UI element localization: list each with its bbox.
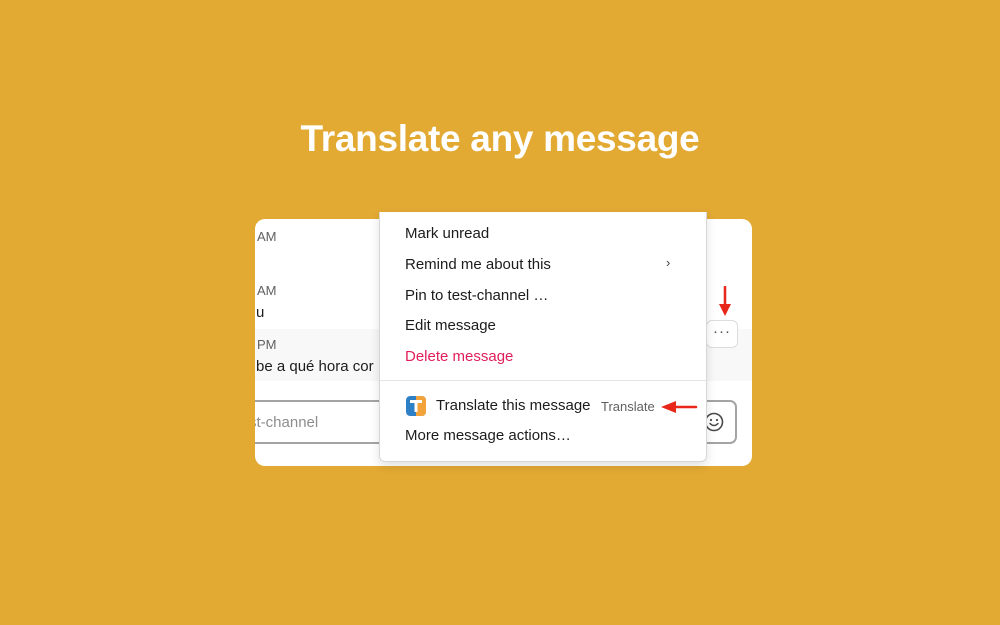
menu-item-mark-unread[interactable]: Mark unread <box>405 225 489 242</box>
menu-divider <box>380 380 706 381</box>
message-text: u <box>256 304 265 321</box>
menu-item-more-actions[interactable]: More message actions… <box>405 427 571 444</box>
message-text: be a qué hora cor <box>256 358 374 375</box>
chevron-right-icon: › <box>666 255 671 270</box>
more-actions-button[interactable]: ··· <box>706 320 738 348</box>
menu-item-pin-to-channel[interactable]: Pin to test-channel … <box>405 287 548 304</box>
headline: Translate any message <box>300 118 700 159</box>
menu-item-delete-message[interactable]: Delete message <box>405 348 513 365</box>
composer-placeholder: st-channel <box>255 414 319 431</box>
message-timestamp: AM <box>257 229 277 244</box>
menu-item-edit-message[interactable]: Edit message <box>405 317 496 334</box>
ellipsis-icon: ··· <box>713 323 731 340</box>
message-timestamp: AM <box>257 283 277 298</box>
menu-item-translate-message[interactable]: Translate this message <box>436 397 591 414</box>
red-arrow-down-icon <box>719 286 731 316</box>
translate-app-icon <box>406 396 426 416</box>
message-timestamp: PM <box>257 337 277 352</box>
message-context-menu: Mark unread Remind me about this › Pin t… <box>379 212 707 462</box>
app-name-label: Translate <box>601 399 655 414</box>
menu-item-remind-me[interactable]: Remind me about this <box>405 256 551 273</box>
red-arrow-left-icon <box>661 401 698 413</box>
